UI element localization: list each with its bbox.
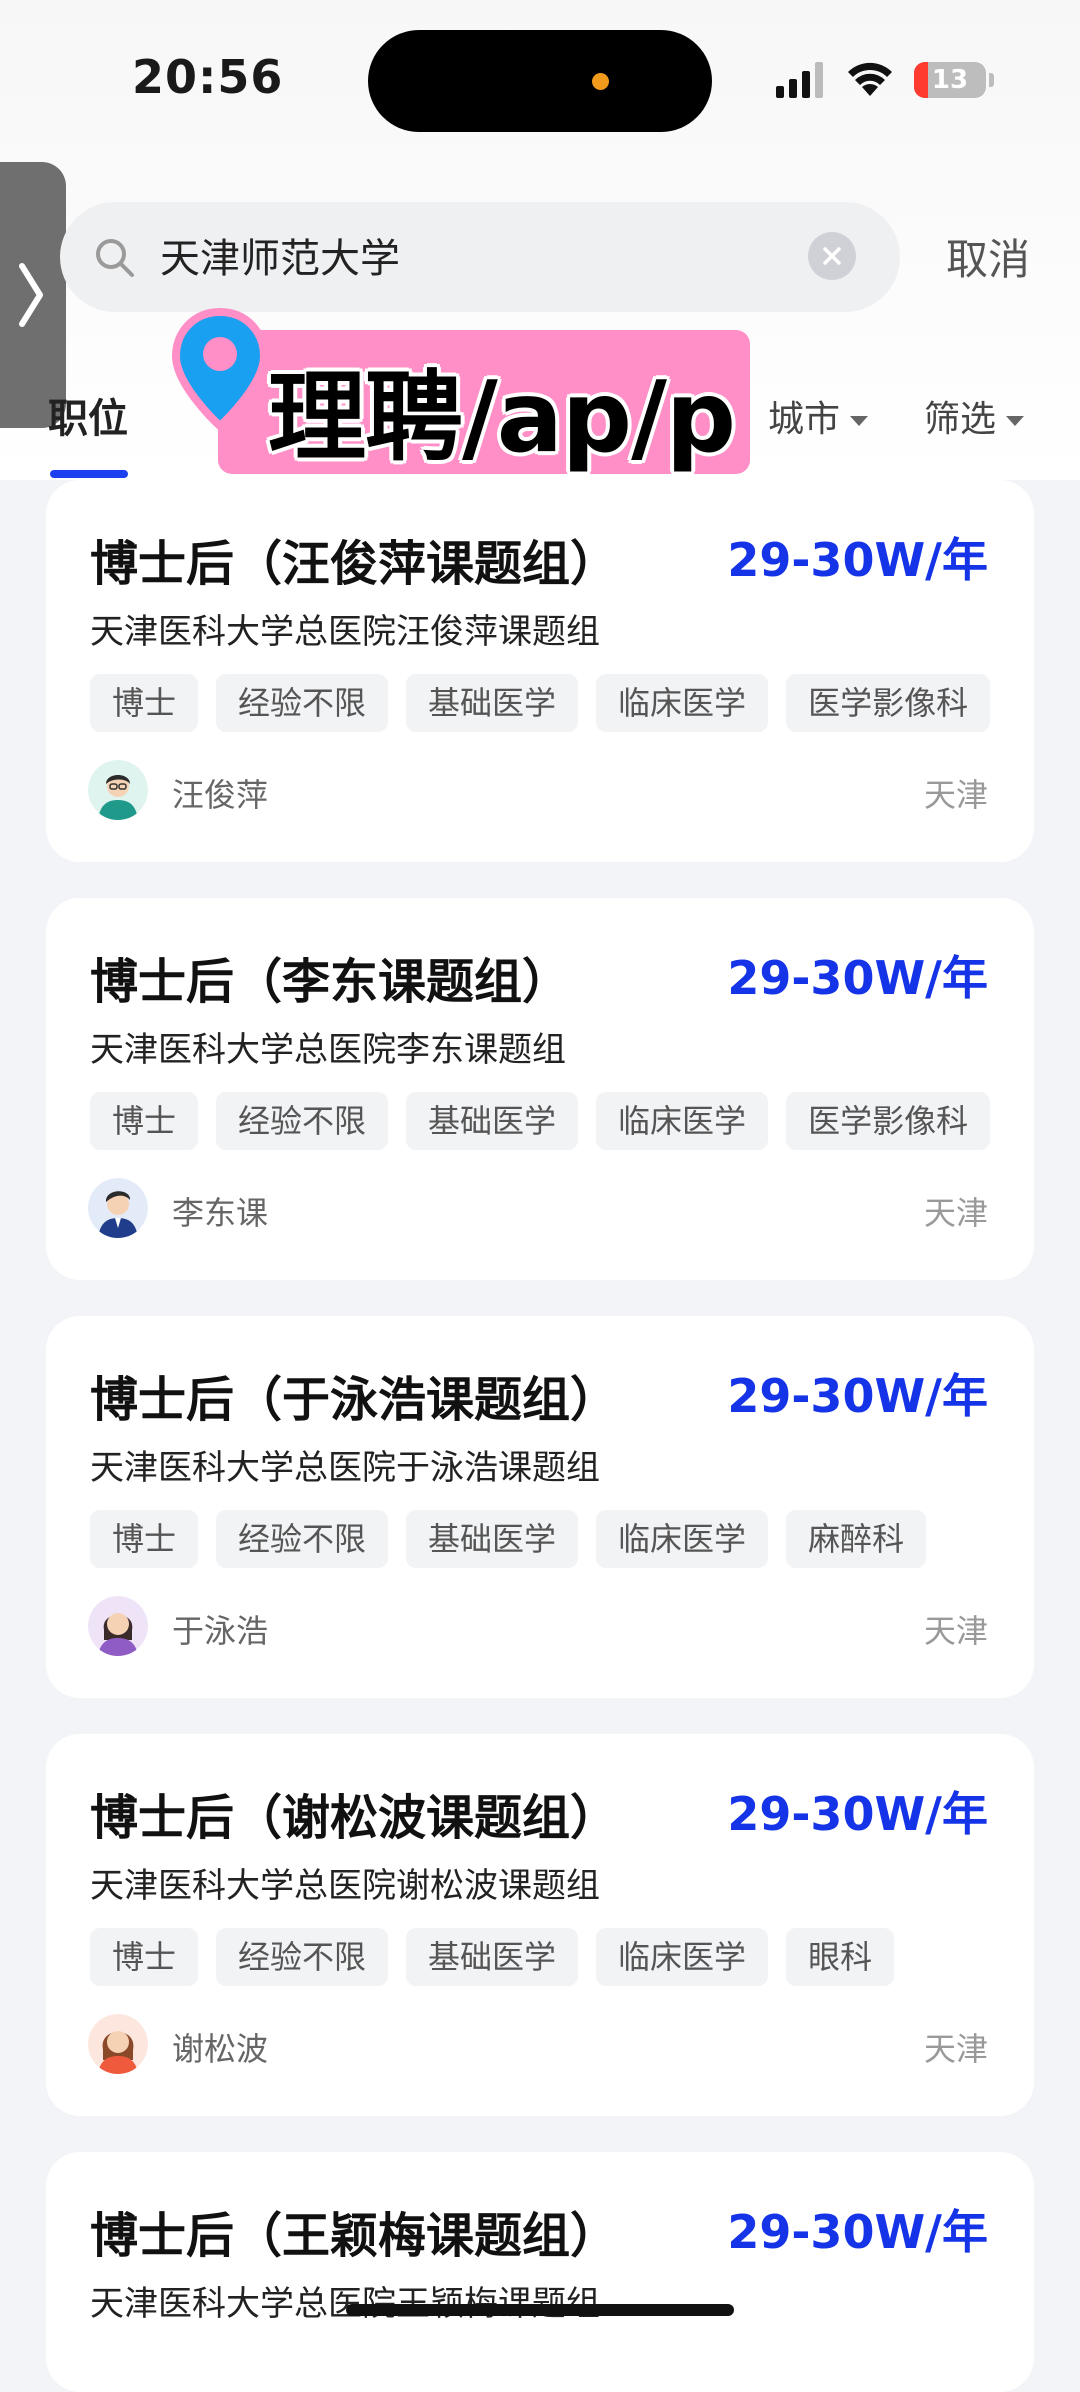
home-indicator[interactable]: [346, 2304, 734, 2316]
job-tags: 博士 经验不限 基础医学 临床医学 医学影像科: [90, 674, 991, 732]
job-company: 天津医科大学总医院李东课题组: [90, 1030, 566, 1070]
job-tag: 基础医学: [406, 1510, 579, 1568]
job-tag: 经验不限: [216, 674, 389, 732]
avatar: [88, 1178, 148, 1238]
job-tags: 博士 经验不限 基础医学 临床医学 眼科: [90, 1928, 895, 1986]
job-tag: 临床医学: [596, 1928, 769, 1986]
recruiter-name: 谢松波: [172, 2030, 269, 2068]
location-pin-icon: [171, 307, 269, 432]
city-filter-label: 城市: [768, 399, 841, 440]
search-icon: [96, 239, 134, 277]
job-salary: 29-30W/年: [727, 533, 988, 587]
job-card[interactable]: 博士后（于泳浩课题组） 29-30W/年 天津医科大学总医院于泳浩课题组 博士 …: [46, 1316, 1034, 1698]
job-city: 天津: [923, 2030, 988, 2068]
job-card[interactable]: 博士后（王颖梅课题组） 29-30W/年 天津医科大学总医院王颖梅课题组: [46, 2152, 1034, 2392]
recruiter-name: 汪俊萍: [172, 776, 269, 814]
job-tags: 博士 经验不限 基础医学 临床医学 麻醉科: [90, 1510, 927, 1568]
job-company: 天津医科大学总医院汪俊萍课题组: [90, 612, 600, 652]
battery-cap: [989, 73, 994, 87]
job-tag: 医学影像科: [786, 1092, 991, 1150]
job-tag: 眼科: [786, 1928, 895, 1986]
job-city: 天津: [923, 1612, 988, 1650]
cellular-signal-icon: [776, 62, 823, 98]
search-query[interactable]: 天津师范大学: [160, 226, 400, 284]
job-tag: 基础医学: [406, 674, 579, 732]
job-salary: 29-30W/年: [727, 951, 988, 1005]
job-company: 天津医科大学总医院王颖梅课题组: [90, 2284, 600, 2324]
avatar: [88, 1596, 148, 1656]
job-tag: 临床医学: [596, 1510, 769, 1568]
job-city: 天津: [923, 776, 988, 814]
job-tag: 医学影像科: [786, 674, 991, 732]
job-company: 天津医科大学总医院谢松波课题组: [90, 1866, 600, 1906]
city-filter-button[interactable]: 城市: [768, 390, 869, 442]
battery-level: 13: [931, 65, 969, 95]
cancel-button[interactable]: 取消: [946, 226, 1030, 287]
recruiter-name: 李东课: [172, 1194, 269, 1232]
job-title: 博士后（汪俊萍课题组）: [90, 536, 619, 592]
job-title: 博士后（谢松波课题组）: [90, 1790, 619, 1846]
dynamic-island: [368, 30, 712, 132]
job-title: 博士后（于泳浩课题组）: [90, 1372, 619, 1428]
wifi-icon: [848, 62, 892, 96]
avatar: [88, 760, 148, 820]
job-salary: 29-30W/年: [727, 2205, 988, 2259]
caret-down-icon: [850, 416, 869, 426]
job-tag: 麻醉科: [786, 1510, 927, 1568]
privacy-indicator-icon: [592, 73, 609, 90]
clear-search-button[interactable]: [808, 232, 856, 280]
tab-active-indicator: [50, 470, 128, 478]
job-tag: 经验不限: [216, 1092, 389, 1150]
job-title: 博士后（李东课题组）: [90, 954, 571, 1010]
screen-filter-button[interactable]: 筛选: [924, 390, 1025, 442]
job-company: 天津医科大学总医院于泳浩课题组: [90, 1448, 600, 1488]
job-salary: 29-30W/年: [727, 1787, 988, 1841]
job-card[interactable]: 博士后（李东课题组） 29-30W/年 天津医科大学总医院李东课题组 博士 经验…: [46, 898, 1034, 1280]
job-tags: 博士 经验不限 基础医学 临床医学 医学影像科: [90, 1092, 991, 1150]
job-tag: 博士: [90, 674, 199, 732]
caret-down-icon: [1006, 416, 1025, 426]
job-salary: 29-30W/年: [727, 1369, 988, 1423]
job-tag: 博士: [90, 1092, 199, 1150]
job-city: 天津: [923, 1194, 988, 1232]
job-tag: 经验不限: [216, 1510, 389, 1568]
watermark-text: 理聘/ap/p: [268, 361, 736, 475]
job-tag: 临床医学: [596, 1092, 769, 1150]
tab-jobs[interactable]: 职位: [48, 386, 128, 444]
status-time: 20:56: [132, 50, 284, 104]
job-tag: 临床医学: [596, 674, 769, 732]
close-icon: [823, 247, 841, 265]
avatar: [88, 2014, 148, 2074]
job-tag: 经验不限: [216, 1928, 389, 1986]
recruiter-name: 于泳浩: [172, 1612, 269, 1650]
job-card[interactable]: 博士后（谢松波课题组） 29-30W/年 天津医科大学总医院谢松波课题组 博士 …: [46, 1734, 1034, 2116]
job-tag: 博士: [90, 1510, 199, 1568]
screen-filter-label: 筛选: [924, 399, 997, 440]
job-card[interactable]: 博士后（汪俊萍课题组） 29-30W/年 天津医科大学总医院汪俊萍课题组 博士 …: [46, 480, 1034, 862]
job-tag: 基础医学: [406, 1928, 579, 1986]
chevron-right-icon: [19, 263, 43, 327]
battery-icon: 13: [914, 62, 986, 98]
job-tag: 基础医学: [406, 1092, 579, 1150]
job-tag: 博士: [90, 1928, 199, 1986]
job-title: 博士后（王颖梅课题组）: [90, 2208, 619, 2264]
